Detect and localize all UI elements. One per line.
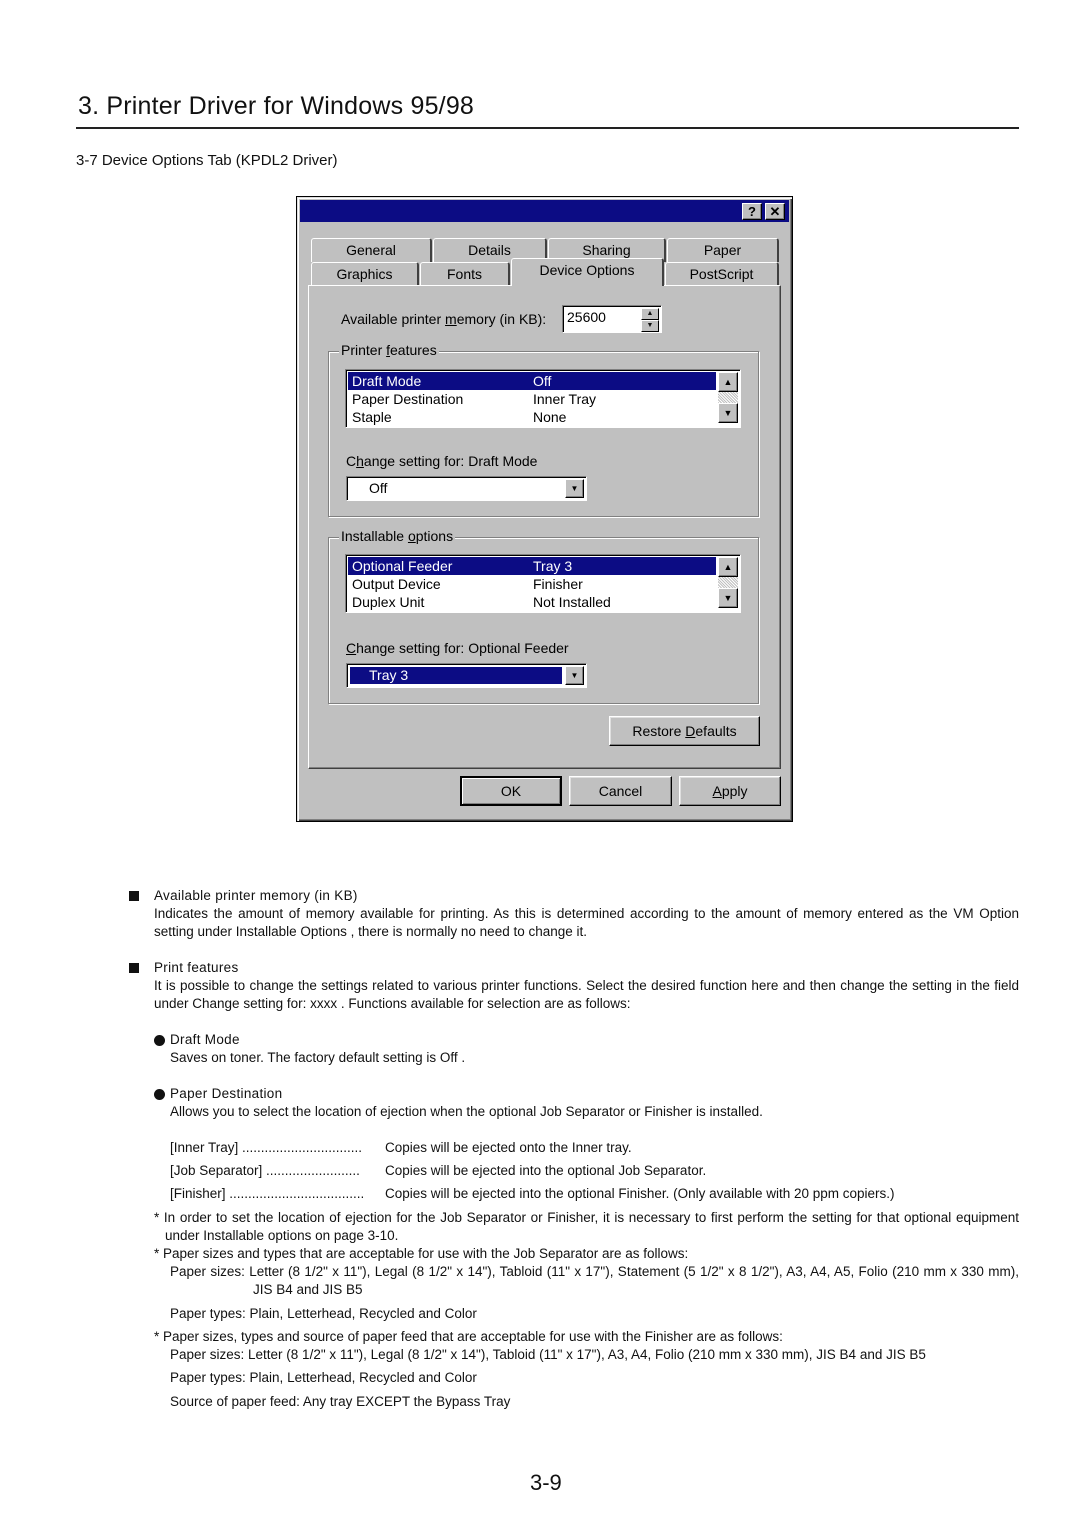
chevron-down-icon: ▼ [570,671,579,680]
note-installable-options: * In order to set the location of ejecti… [154,1210,1019,1243]
list-item[interactable]: Output Device Finisher [348,575,716,593]
feature-setting-combo[interactable]: Off ▼ [346,476,587,501]
spin-up-button[interactable]: ▲ [641,308,659,320]
paper-destination-description: Allows you to select the location of eje… [170,1104,763,1119]
bullet-dot [154,1089,165,1100]
dest-option-row: [Inner Tray] ...........................… [170,1140,632,1155]
list-item[interactable]: Staple None [348,408,716,426]
scroll-down-button[interactable]: ▼ [718,403,738,423]
combo-value: Tray 3 [369,667,409,683]
tab-paper[interactable]: Paper [667,238,779,262]
tab-graphics[interactable]: Graphics [311,262,419,286]
note-job-separator: * Paper sizes and types that are accepta… [154,1246,689,1261]
scroll-up-button[interactable]: ▲ [718,557,738,577]
features-description: It is possible to change the settings re… [154,978,1019,1011]
change-setting-label: Change setting for: Optional Feeder [346,640,569,656]
close-button[interactable]: ✕ [765,203,785,220]
installable-options-list[interactable]: Optional Feeder Tray 3 Output Device Finis… [345,554,741,613]
tab-fonts[interactable]: Fonts [420,262,510,286]
finisher-sizes: Paper sizes: Letter (8 1/2" x 11"), Lega… [170,1347,926,1362]
arrow-down-icon: ▼ [723,408,733,418]
dest-option-row: [Job Separator] ........................… [170,1163,707,1178]
scrollbar-track[interactable] [718,392,738,403]
dialog-titlebar [300,200,789,222]
list-item[interactable]: Duplex Unit Not Installed [348,593,716,611]
finisher-types: Paper types: Plain, Letterhead, Recycled… [170,1370,477,1385]
change-setting-label: Change setting for: Draft Mode [346,453,538,469]
arrow-up-icon: ▲ [723,562,733,572]
list-item[interactable]: Draft Mode Off [348,372,716,390]
features-heading: Print features [154,960,239,975]
dropdown-button[interactable]: ▼ [565,666,584,685]
combo-value: Off [369,480,388,496]
cancel-button[interactable]: Cancel [569,776,672,806]
finisher-source: Source of paper feed: Any tray EXCEPT th… [170,1394,511,1409]
dropdown-button[interactable]: ▼ [565,479,584,498]
scroll-up-button[interactable]: ▲ [718,372,738,392]
arrow-down-icon: ▼ [723,593,733,603]
memory-value[interactable]: 25600 [567,309,606,325]
job-separator-sizes: Paper sizes: Letter (8 1/2" x 11"), Lega… [170,1264,1019,1297]
tab-general[interactable]: General [311,238,432,262]
section-title: 3-7 Device Options Tab (KPDL2 Driver) [76,152,338,169]
printer-features-label: Printer features [339,342,439,358]
restore-defaults-button[interactable]: Restore Defaults [609,716,760,746]
ok-button[interactable]: OK [460,776,562,806]
scrollbar-track[interactable] [718,577,738,588]
memory-spinner[interactable]: 25600 ▲ ▼ [562,305,662,333]
tab-device-options[interactable]: Device Options [511,258,664,286]
page-number: 3-9 [530,1470,562,1495]
page-title: 3. Printer Driver for Windows 95/98 [78,92,475,120]
note-finisher: * Paper sizes, types and source of paper… [154,1329,783,1344]
scroll-down-button[interactable]: ▼ [718,588,738,608]
tab-postscript[interactable]: PostScript [665,262,779,286]
chevron-down-icon: ▼ [570,484,579,493]
memory-description: Indicates the amount of memory available… [154,906,1019,939]
dest-option-row: [Finisher] .............................… [170,1186,895,1201]
list-item[interactable]: Paper Destination Inner Tray [348,390,716,408]
draft-mode-description: Saves on toner. The factory default sett… [170,1050,466,1065]
installable-options-label: Installable options [339,528,456,544]
draft-mode-heading: Draft Mode [170,1032,240,1047]
job-separator-types: Paper types: Plain, Letterhead, Recycled… [170,1306,477,1321]
apply-button[interactable]: Apply [679,776,781,806]
title-rule [76,127,1019,129]
list-item[interactable]: Optional Feeder Tray 3 [348,557,716,575]
bullet-dot [154,1035,165,1046]
paper-destination-heading: Paper Destination [170,1086,283,1101]
spin-down-button[interactable]: ▼ [641,320,659,332]
close-icon: ✕ [769,204,781,219]
option-setting-combo[interactable]: Tray 3 ▼ [346,663,587,688]
printer-features-list[interactable]: Draft Mode Off Paper Destination Inner Tra… [345,369,741,428]
bullet-square [129,963,139,973]
memory-heading: Available printer memory (in KB) [154,888,358,903]
arrow-up-icon: ▲ [723,377,733,387]
help-button[interactable]: ? [742,203,762,220]
memory-label: Available printer memory (in KB): [341,311,547,327]
bullet-square [129,891,139,901]
